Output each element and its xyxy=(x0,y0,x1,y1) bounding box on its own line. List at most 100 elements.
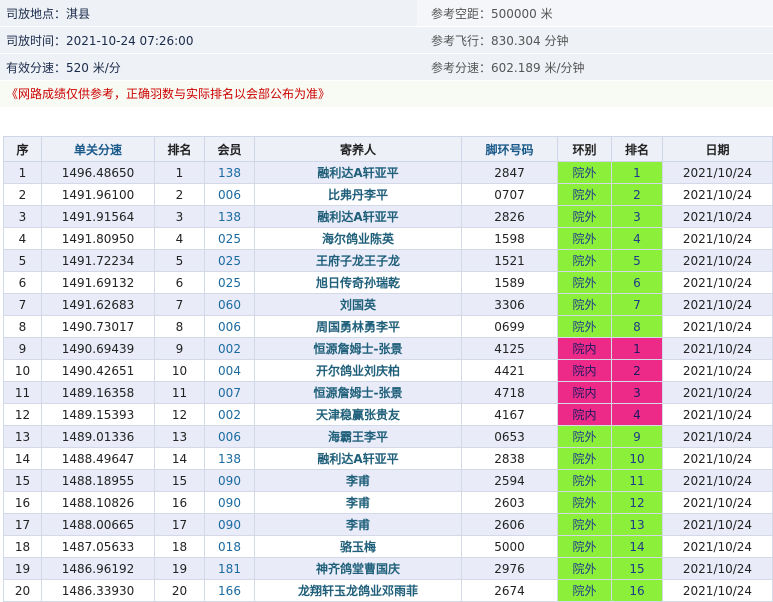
cell-group-rank: 4 xyxy=(611,227,663,250)
cell-speed: 1496.48650 xyxy=(41,161,155,184)
table-row[interactable]: 4 1491.80950 4 025 海尔鸽业陈英 1598 院外 4 2021/10/24 xyxy=(3,227,773,250)
col-header-member[interactable]: 会员 xyxy=(204,136,255,162)
cell-date: 2021/10/24 xyxy=(662,183,773,206)
cell-no: 19 xyxy=(3,557,42,580)
cell-group-rank: 13 xyxy=(611,513,663,536)
cell-ring-number: 4421 xyxy=(461,359,558,382)
table-row[interactable]: 12 1489.15393 12 002 天津稳赢张贵友 4167 院内 4 2021/10/2… xyxy=(3,403,773,426)
table-row[interactable]: 2 1491.96100 2 006 比弗丹李平 0707 院外 2 2021/10/24 xyxy=(3,183,773,206)
col-header-owner[interactable]: 寄养人 xyxy=(254,136,462,162)
cell-ring-number: 1598 xyxy=(461,227,558,250)
table-row[interactable]: 7 1491.62683 7 060 刘国英 3306 院外 7 2021/10/24 xyxy=(3,293,773,316)
cell-speed: 1491.91564 xyxy=(41,205,155,228)
cell-ring-type: 院内 xyxy=(557,403,612,426)
cell-speed: 1489.01336 xyxy=(41,425,155,448)
cell-date: 2021/10/24 xyxy=(662,513,773,536)
col-header-rank[interactable]: 排名 xyxy=(154,136,205,162)
cell-rank: 11 xyxy=(154,381,205,404)
cell-no: 17 xyxy=(3,513,42,536)
cell-rank: 6 xyxy=(154,271,205,294)
cell-group-rank: 1 xyxy=(611,161,663,184)
table-row[interactable]: 5 1491.72234 5 025 王府子龙王子龙 1521 院外 5 2021/10/24 xyxy=(3,249,773,272)
cell-ring-number: 1589 xyxy=(461,271,558,294)
cell-owner: 融利达A轩亚平 xyxy=(254,447,462,470)
cell-group-rank: 9 xyxy=(611,425,663,448)
cell-no: 13 xyxy=(3,425,42,448)
cell-owner: 李甫 xyxy=(254,513,462,536)
col-header-ring[interactable]: 脚环号码 xyxy=(461,136,558,162)
reference-distance: 参考空距：500000 米 xyxy=(417,0,773,27)
table-row[interactable]: 6 1491.69132 6 025 旭日传奇孙瑞乾 1589 院外 6 2021/10/24 xyxy=(3,271,773,294)
cell-ring-type: 院外 xyxy=(557,249,612,272)
cell-group-rank: 1 xyxy=(611,337,663,360)
cell-no: 6 xyxy=(3,271,42,294)
cell-group-rank: 6 xyxy=(611,271,663,294)
cell-rank: 3 xyxy=(154,205,205,228)
col-header-group-rank[interactable]: 排名 xyxy=(611,136,663,162)
table-row[interactable]: 1 1496.48650 1 138 融利达A轩亚平 2847 院外 1 2021/10/24 xyxy=(3,161,773,184)
cell-owner: 周国勇林勇李平 xyxy=(254,315,462,338)
cell-no: 2 xyxy=(3,183,42,206)
cell-no: 8 xyxy=(3,315,42,338)
cell-owner: 龙翔轩玉龙鸽业邓雨菲 xyxy=(254,579,462,602)
table-row[interactable]: 3 1491.91564 3 138 融利达A轩亚平 2826 院外 3 2021/10/24 xyxy=(3,205,773,228)
cell-owner: 李甫 xyxy=(254,469,462,492)
col-header-no[interactable]: 序 xyxy=(3,136,42,162)
cell-no: 5 xyxy=(3,249,42,272)
release-time: 司放时间：2021-10-24 07:26:00 xyxy=(0,26,417,54)
cell-date: 2021/10/24 xyxy=(662,469,773,492)
table-row[interactable]: 17 1488.00665 17 090 李甫 2606 院外 13 2021/10/24 xyxy=(3,513,773,536)
table-row[interactable]: 18 1487.05633 18 018 骆玉梅 5000 院外 14 2021/10/24 xyxy=(3,535,773,558)
cell-no: 14 xyxy=(3,447,42,470)
cell-ring-number: 2826 xyxy=(461,205,558,228)
cell-ring-type: 院外 xyxy=(557,513,612,536)
cell-ring-number: 2606 xyxy=(461,513,558,536)
cell-ring-type: 院外 xyxy=(557,183,612,206)
cell-date: 2021/10/24 xyxy=(662,161,773,184)
cell-member: 090 xyxy=(204,491,255,514)
table-row[interactable]: 11 1489.16358 11 007 恒源詹姆士-张景 4718 院内 3 2021/10/… xyxy=(3,381,773,404)
col-header-speed[interactable]: 单关分速 xyxy=(41,136,155,162)
table-row[interactable]: 20 1486.33930 20 166 龙翔轩玉龙鸽业邓雨菲 2674 院外 16 2021/… xyxy=(3,579,773,602)
cell-date: 2021/10/24 xyxy=(662,557,773,580)
cell-speed: 1490.73017 xyxy=(41,315,155,338)
col-header-date[interactable]: 日期 xyxy=(662,136,773,162)
table-row[interactable]: 9 1490.69439 9 002 恒源詹姆士-张景 4125 院内 1 2021/10/24 xyxy=(3,337,773,360)
col-header-ring-type[interactable]: 环别 xyxy=(557,136,612,162)
cell-date: 2021/10/24 xyxy=(662,535,773,558)
cell-date: 2021/10/24 xyxy=(662,359,773,382)
cell-speed: 1486.33930 xyxy=(41,579,155,602)
cell-group-rank: 2 xyxy=(611,183,663,206)
cell-speed: 1491.69132 xyxy=(41,271,155,294)
header-row: 序 单关分速 排名 会员 寄养人 脚环号码 环别 排名 日期 xyxy=(3,136,773,162)
table-row[interactable]: 8 1490.73017 8 006 周国勇林勇李平 0699 院外 8 2021/10/24 xyxy=(3,315,773,338)
cell-owner: 开尔鸽业刘庆柏 xyxy=(254,359,462,382)
table-row[interactable]: 16 1488.10826 16 090 李甫 2603 院外 12 2021/10/24 xyxy=(3,491,773,514)
table-row[interactable]: 15 1488.18955 15 090 李甫 2594 院外 11 2021/10/24 xyxy=(3,469,773,492)
cell-rank: 4 xyxy=(154,227,205,250)
cell-date: 2021/10/24 xyxy=(662,249,773,272)
cell-ring-number: 3306 xyxy=(461,293,558,316)
cell-rank: 13 xyxy=(154,425,205,448)
cell-date: 2021/10/24 xyxy=(662,403,773,426)
table-row[interactable]: 19 1486.96192 19 181 神齐鸽堂曹国庆 2976 院外 15 2021/10/… xyxy=(3,557,773,580)
cell-date: 2021/10/24 xyxy=(662,227,773,250)
cell-member: 025 xyxy=(204,249,255,272)
cell-member: 004 xyxy=(204,359,255,382)
table-row[interactable]: 13 1489.01336 13 006 海霸王李平 0653 院外 9 2021/10/24 xyxy=(3,425,773,448)
cell-member: 138 xyxy=(204,205,255,228)
cell-no: 3 xyxy=(3,205,42,228)
cell-owner: 李甫 xyxy=(254,491,462,514)
cell-no: 20 xyxy=(3,579,42,602)
cell-owner: 王府子龙王子龙 xyxy=(254,249,462,272)
cell-ring-type: 院外 xyxy=(557,271,612,294)
cell-ring-type: 院内 xyxy=(557,337,612,360)
cell-owner: 恒源詹姆士-张景 xyxy=(254,381,462,404)
cell-member: 002 xyxy=(204,403,255,426)
cell-ring-number: 4125 xyxy=(461,337,558,360)
table-row[interactable]: 14 1488.49647 14 138 融利达A轩亚平 2838 院外 10 2021/10/… xyxy=(3,447,773,470)
cell-speed: 1490.69439 xyxy=(41,337,155,360)
cell-rank: 15 xyxy=(154,469,205,492)
cell-no: 15 xyxy=(3,469,42,492)
table-row[interactable]: 10 1490.42651 10 004 开尔鸽业刘庆柏 4421 院内 2 2021/10/2… xyxy=(3,359,773,382)
